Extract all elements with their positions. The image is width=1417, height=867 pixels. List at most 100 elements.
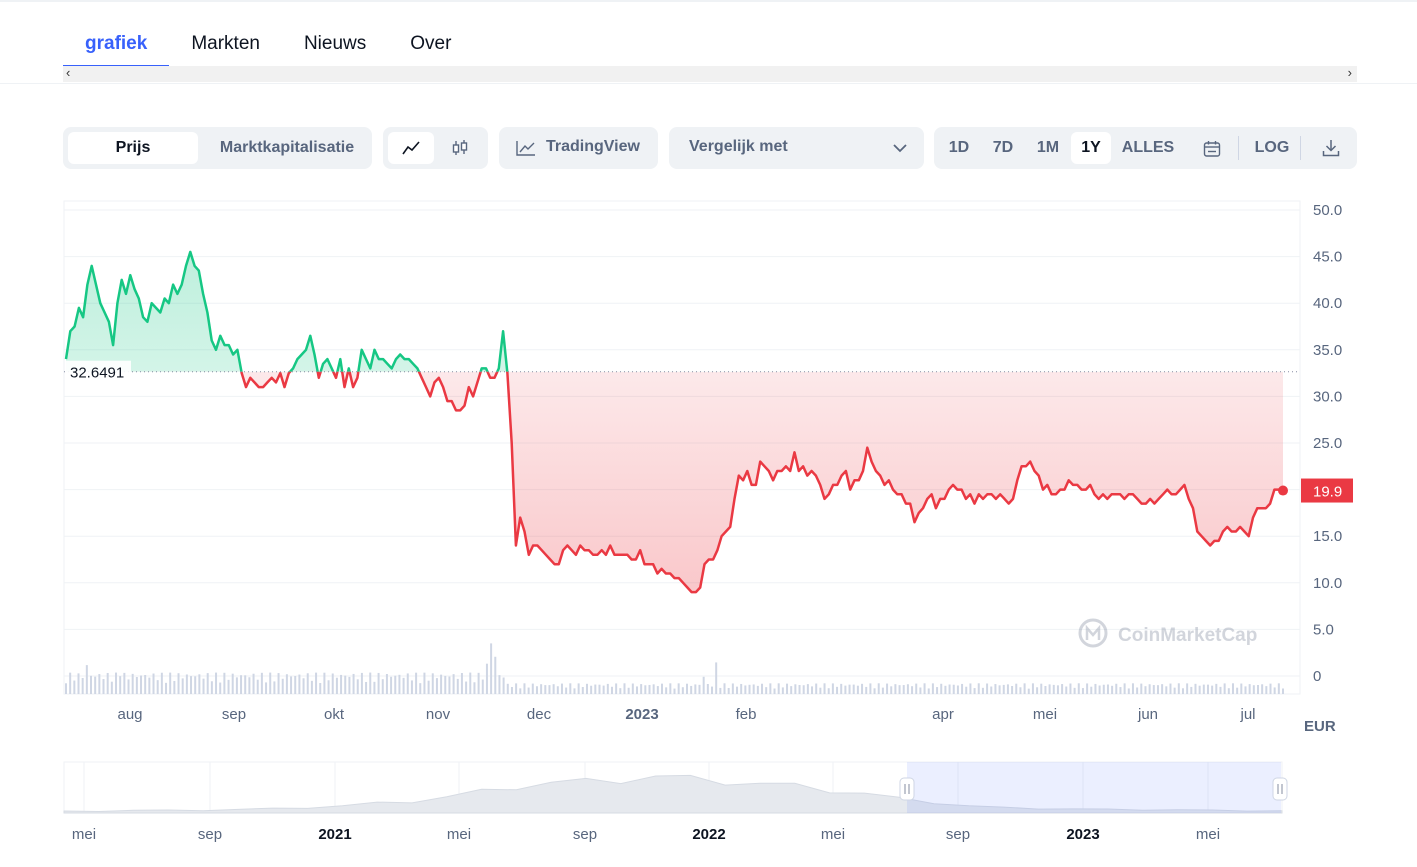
volume-bar (569, 683, 572, 694)
volume-bar (1252, 685, 1255, 694)
volume-bar (727, 687, 730, 694)
volume-bar (740, 683, 743, 694)
volume-bar (1140, 683, 1143, 694)
x-tick-label: apr (932, 706, 954, 723)
volume-bar (961, 683, 964, 694)
volume-bar (677, 683, 680, 694)
volume-bar (919, 687, 922, 694)
reference-value-label: 32.6491 (70, 365, 124, 382)
volume-bar (540, 684, 543, 694)
volume-bar (494, 656, 497, 694)
volume-bar (1165, 686, 1168, 694)
volume-bar (210, 681, 213, 694)
volume-bar (577, 683, 580, 694)
volume-bar (415, 672, 418, 694)
volume-bar (581, 686, 584, 694)
x-axis: aug sep okt nov dec 2023 feb apr mei jun jul (117, 706, 1255, 723)
volume-bar (269, 672, 272, 694)
y-tick-label: 0 (1313, 668, 1321, 685)
volume-bar (69, 672, 72, 694)
volume-bar (1211, 685, 1214, 694)
volume-bar (635, 686, 638, 694)
price-chart[interactable]: 50.045.040.035.030.025.020.015.010.05.00… (0, 0, 1417, 867)
volume-bar (781, 687, 784, 694)
watermark: CoinMarketCap (1078, 618, 1257, 648)
volume-bar (140, 675, 143, 694)
range-navigator[interactable]: mei sep 2021 mei sep 2022 mei sep 2023 mei (63, 761, 1288, 843)
volume-bar (686, 683, 689, 694)
volume-bar (836, 686, 839, 694)
volume-bar (1061, 684, 1064, 694)
volume-bar (1023, 683, 1026, 694)
volume-bar (115, 672, 118, 694)
volume-bar (544, 685, 547, 694)
volume-bar (815, 683, 818, 694)
volume-bar (952, 684, 955, 694)
volume-bar (981, 687, 984, 694)
navigator-selection[interactable] (907, 762, 1281, 813)
volume-bar (1144, 686, 1147, 694)
volume-bar (848, 684, 851, 694)
volume-bar (927, 688, 930, 694)
navigator-label: 2023 (1066, 826, 1099, 843)
volume-bar (323, 672, 326, 694)
volume-bar (811, 686, 814, 694)
volume-bar (535, 686, 538, 694)
x-tick-label: feb (736, 706, 757, 723)
volume-bar (994, 684, 997, 694)
volume-bar (1152, 685, 1155, 694)
volume-bar (427, 680, 430, 694)
volume-bar (456, 678, 459, 694)
volume-bar (448, 676, 451, 694)
volume-bar (310, 680, 313, 694)
volume-bar (1115, 683, 1118, 694)
volume-bar (1106, 684, 1109, 694)
volume-bar (1269, 683, 1272, 694)
volume-bar (127, 679, 130, 694)
volume-bar (615, 683, 618, 694)
navigator-left-handle[interactable] (899, 777, 915, 801)
volume-bar (1094, 683, 1097, 694)
navigator-right-handle[interactable] (1272, 777, 1288, 801)
volume-bar (473, 682, 476, 694)
volume-bar (1173, 687, 1176, 694)
volume-bar (831, 683, 834, 694)
volume-bar (94, 676, 97, 694)
volume-bar (998, 685, 1001, 694)
volume-bar (1006, 684, 1009, 694)
volume-bar (915, 683, 918, 694)
volume-bar (1090, 686, 1093, 694)
x-tick-label: jul (1239, 706, 1255, 723)
volume-bar (1086, 683, 1089, 694)
volume-bar (177, 673, 180, 694)
volume-bar (215, 672, 218, 694)
volume-bar (986, 683, 989, 694)
volume-bar (281, 678, 284, 694)
volume-bar (1040, 683, 1043, 694)
y-tick-label: 5.0 (1313, 621, 1334, 638)
volume-bar (1081, 688, 1084, 694)
volume-bar (240, 675, 243, 694)
volume-bar (744, 685, 747, 694)
x-tick-label: dec (527, 706, 552, 723)
volume-bar (352, 673, 355, 694)
volume-bar (460, 673, 463, 694)
volume-bar (602, 685, 605, 694)
volume-bar (1256, 685, 1259, 694)
volume-bar (285, 674, 288, 694)
volume-bar (773, 688, 776, 694)
volume-bar (585, 683, 588, 694)
x-tick-label: mei (1033, 706, 1057, 723)
navigator-label: sep (946, 826, 970, 843)
volume-bar (1186, 683, 1189, 694)
volume-bar (890, 686, 893, 694)
volume-bar (877, 683, 880, 694)
volume-bar (248, 677, 251, 694)
volume-bar (640, 684, 643, 694)
volume-bar (552, 684, 555, 694)
watermark-text: CoinMarketCap (1118, 625, 1257, 646)
volume-bar (631, 683, 634, 694)
volume-bar (444, 675, 447, 694)
volume-bar (231, 673, 234, 694)
volume-bar (394, 675, 397, 694)
